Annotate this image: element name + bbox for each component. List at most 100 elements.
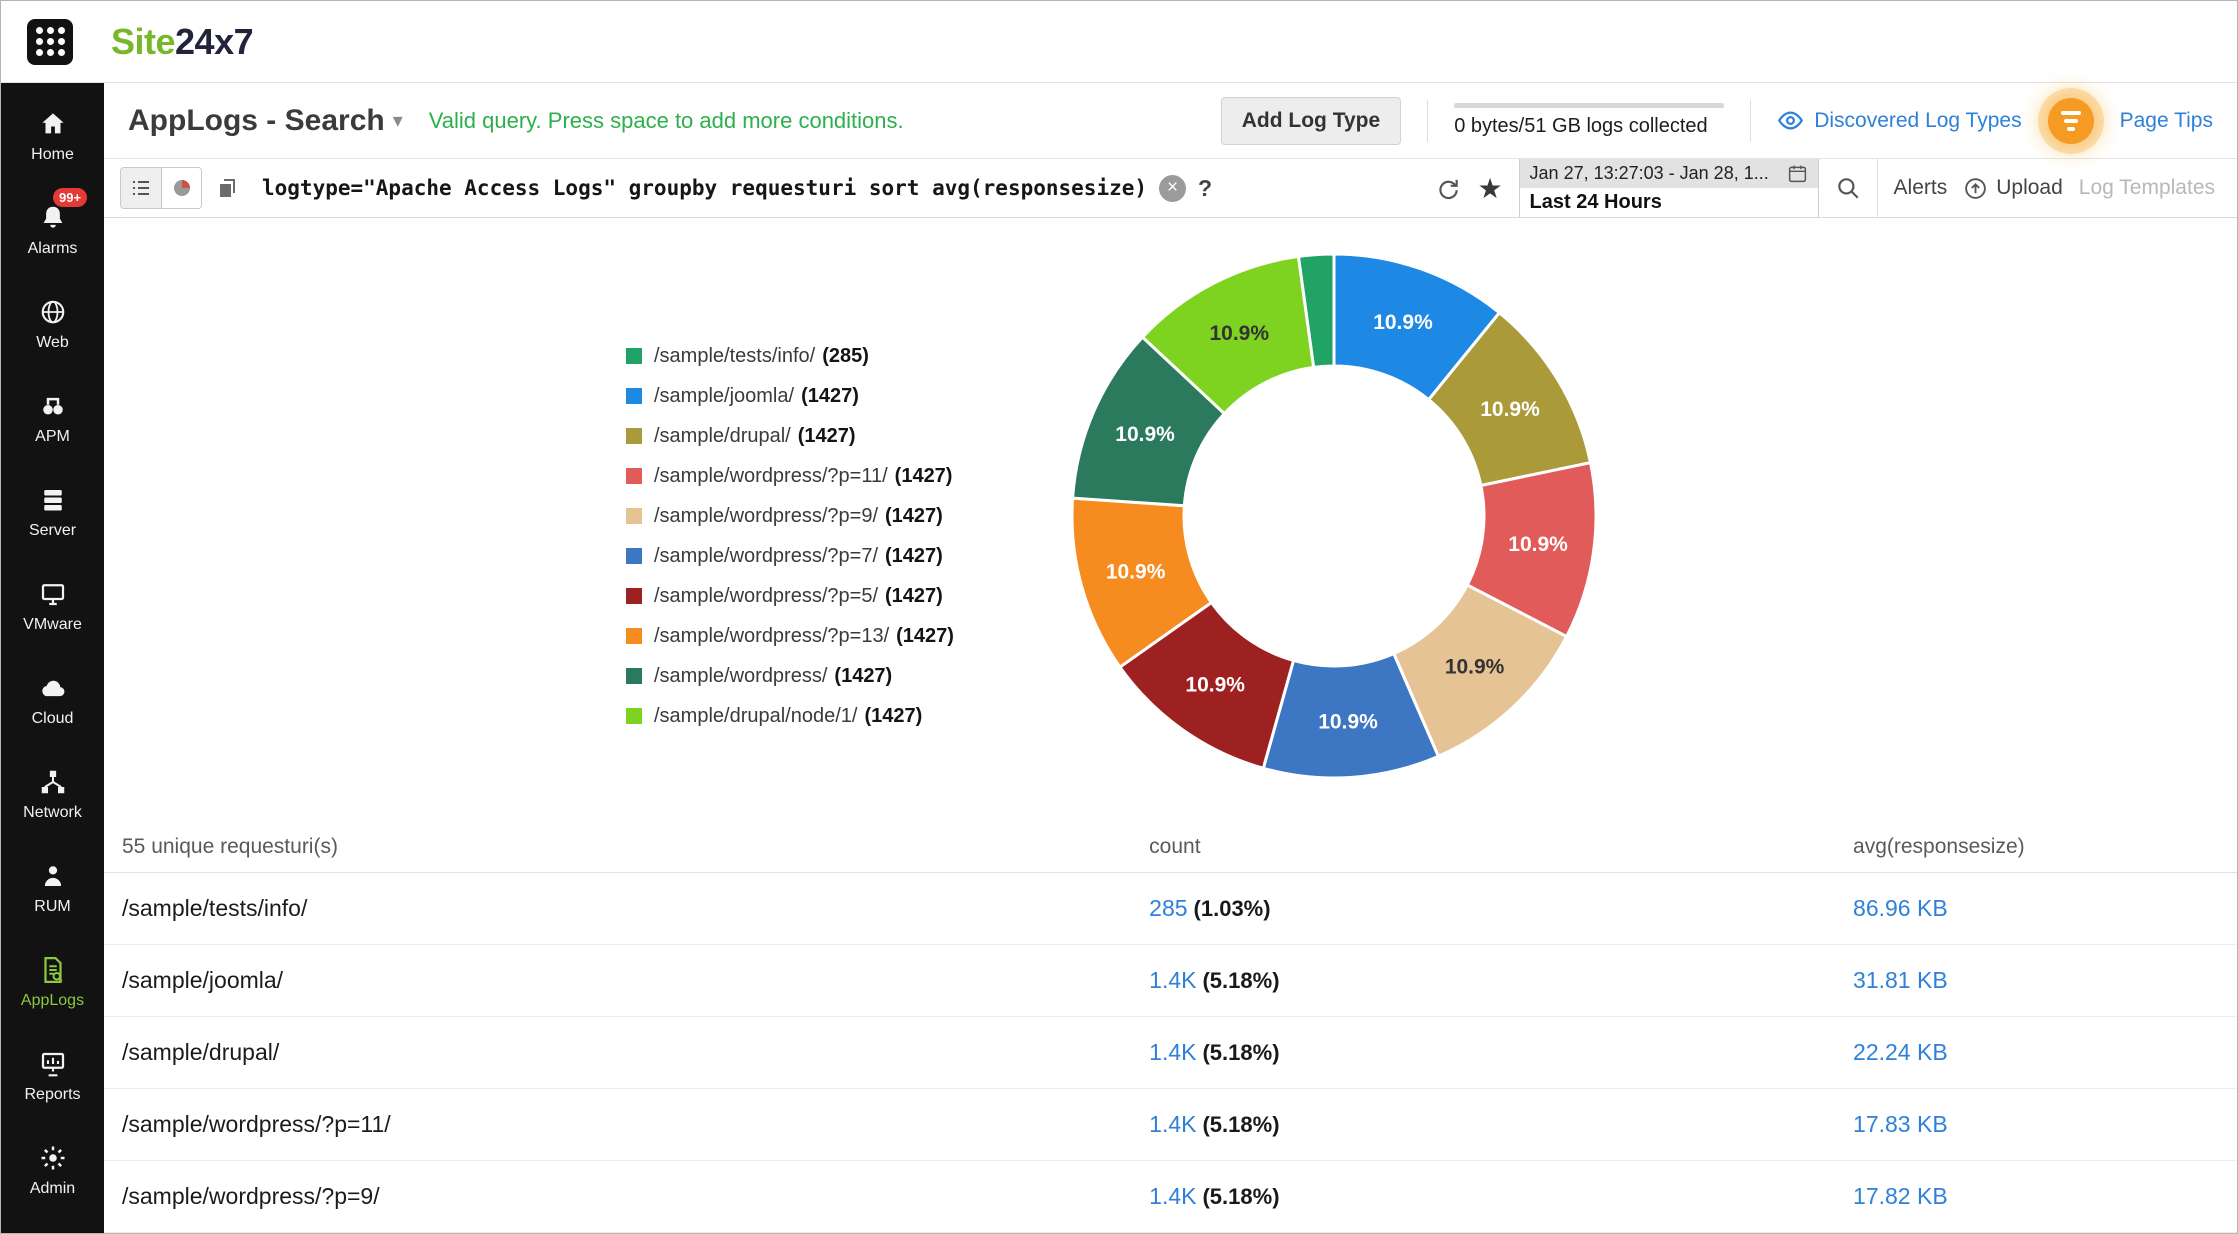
legend-item[interactable]: /sample/drupal/ (1427): [626, 416, 954, 456]
apps-grid-icon[interactable]: [27, 18, 73, 65]
legend-item[interactable]: /sample/tests/info/ (285): [626, 336, 954, 376]
query-bar: logtype="Apache Access Logs" groupby req…: [104, 159, 2237, 218]
table-row: /sample/wordpress/?p=11/1.4K (5.18%) 17.83…: [104, 1089, 2237, 1161]
legend-label: /sample/tests/info/: [654, 344, 816, 367]
alarm-count-badge: 99+: [53, 188, 88, 207]
count-link[interactable]: 285: [1149, 895, 1187, 921]
donut-chart: 10.9% 10.9% 10.9% 10.9% 10.9% 10.9% 10.9% 10.9%…: [1070, 252, 1598, 780]
pie-slice-label: 10.9%: [1445, 656, 1505, 679]
count-cell: 285 (1.03%): [1149, 895, 1853, 922]
count-percentage: (5.18%): [1202, 968, 1280, 993]
add-log-type-button[interactable]: Add Log Type: [1220, 96, 1402, 145]
pie-slice-label: 10.9%: [1115, 423, 1175, 446]
legend-item[interactable]: /sample/wordpress/?p=5/ (1427): [626, 576, 954, 616]
legend-label: /sample/wordpress/?p=9/: [654, 504, 879, 527]
sidebar-item-rum[interactable]: RUM: [1, 841, 104, 935]
avg-cell: 17.83 KB: [1853, 1111, 2237, 1138]
legend-label: /sample/drupal/node/1/: [654, 704, 858, 727]
sidebar-item-alarms[interactable]: Alarms 99+: [1, 183, 104, 277]
monitor-icon: [41, 583, 64, 605]
chart-view-button[interactable]: [161, 168, 201, 208]
count-link[interactable]: 1.4K: [1149, 1183, 1196, 1209]
topbar: Site24x7: [1, 1, 2237, 83]
count-link[interactable]: 1.4K: [1149, 967, 1196, 993]
logs-collected-text: 0 bytes/51 GB logs collected: [1454, 115, 1708, 137]
avg-link[interactable]: 22.24 KB: [1853, 1039, 1948, 1065]
date-range-picker[interactable]: Jan 27, 13:27:03 - Jan 28, 1... Last 24 …: [1518, 159, 1819, 217]
sidebar-item-applogs[interactable]: AppLogs: [1, 935, 104, 1029]
sidebar-item-network[interactable]: Network: [1, 747, 104, 841]
legend-swatch: [626, 388, 642, 404]
count-percentage: (5.18%): [1202, 1040, 1280, 1065]
avg-link[interactable]: 17.82 KB: [1853, 1183, 1948, 1209]
legend-label: /sample/wordpress/?p=11/: [654, 464, 888, 487]
sidebar-item-label: APM: [35, 427, 70, 445]
legend-item[interactable]: /sample/wordpress/?p=13/ (1427): [626, 616, 954, 656]
count-cell: 1.4K (5.18%): [1149, 1111, 1853, 1138]
divider: [1876, 159, 1878, 217]
sidebar-item-web[interactable]: Web: [1, 277, 104, 371]
legend-swatch: [626, 708, 642, 724]
eye-icon: [1778, 111, 1804, 130]
upload-icon: [1965, 177, 1987, 199]
user-icon: [44, 865, 61, 886]
divider: [1427, 99, 1429, 142]
search-icon[interactable]: [1835, 175, 1861, 201]
discovered-log-types-link[interactable]: Discovered Log Types: [1777, 107, 2022, 134]
sidebar-item-apm[interactable]: APM: [1, 371, 104, 465]
avg-link[interactable]: 31.81 KB: [1853, 967, 1948, 993]
query-help-icon[interactable]: ?: [1198, 175, 1212, 202]
count-cell: 1.4K (5.18%): [1149, 967, 1853, 994]
legend-item[interactable]: /sample/joomla/ (1427): [626, 376, 954, 416]
avg-link[interactable]: 86.96 KB: [1853, 895, 1948, 921]
count-link[interactable]: 1.4K: [1149, 1039, 1196, 1065]
header-requesturi: 55 unique requesturi(s): [122, 834, 338, 858]
pie-slice-label: 10.9%: [1373, 311, 1433, 334]
legend-count: (1427): [834, 664, 893, 687]
pie-chart-icon: [173, 180, 190, 196]
list-view-button[interactable]: [121, 168, 161, 208]
list-view-icon: [133, 181, 149, 195]
globe-icon: [41, 300, 64, 323]
pie-slice-label: 10.9%: [1480, 398, 1540, 421]
legend-count: (1427): [801, 384, 859, 407]
sidebar-item-label: Alarms: [27, 239, 78, 257]
sidebar-item-vmware[interactable]: VMware: [1, 559, 104, 653]
clear-query-icon[interactable]: ×: [1159, 174, 1187, 202]
sidebar-item-label: Admin: [29, 1179, 76, 1197]
favorite-star-icon[interactable]: ★: [1477, 172, 1502, 205]
count-percentage: (5.18%): [1202, 1184, 1280, 1209]
legend-item[interactable]: /sample/wordpress/?p=11/ (1427): [626, 456, 954, 496]
legend-item[interactable]: /sample/wordpress/?p=7/ (1427): [626, 536, 954, 576]
sidebar-item-cloud[interactable]: Cloud: [1, 653, 104, 747]
header-avg-responsesize: avg(responsesize): [1853, 834, 2025, 858]
share-icon[interactable]: [1435, 175, 1461, 201]
page-tips-icon[interactable]: [2047, 97, 2094, 144]
legend-label: /sample/wordpress/?p=7/: [654, 544, 879, 567]
legend-item[interactable]: /sample/wordpress/ (1427): [626, 656, 954, 696]
legend-count: (1427): [896, 624, 954, 647]
sidebar-item-label: VMware: [23, 615, 82, 633]
query-input[interactable]: logtype="Apache Access Logs" groupby req…: [262, 176, 1147, 200]
legend-swatch: [626, 468, 642, 484]
upload-button[interactable]: Upload: [1963, 176, 2063, 201]
binoculars-icon: [42, 397, 63, 414]
sidebar-item-home[interactable]: Home: [1, 89, 104, 183]
alerts-button[interactable]: Alerts: [1894, 176, 1948, 200]
page-tips-link[interactable]: Page Tips: [2120, 109, 2213, 133]
sidebar-item-label: Home: [31, 145, 74, 163]
chevron-down-icon[interactable]: ▾: [393, 108, 403, 133]
sidebar-item-reports[interactable]: Reports: [1, 1029, 104, 1123]
log-templates-button[interactable]: Log Templates: [2079, 176, 2237, 200]
legend-count: (285): [822, 344, 869, 367]
sidebar-item-admin[interactable]: Admin: [1, 1123, 104, 1217]
count-link[interactable]: 1.4K: [1149, 1111, 1196, 1137]
sidebar: Home Alarms 99+ Web APM Server VMware Cloud Netw…: [1, 83, 104, 1233]
count-cell: 1.4K (5.18%): [1149, 1183, 1853, 1210]
copy-icon[interactable]: [214, 175, 240, 201]
legend-item[interactable]: /sample/wordpress/?p=9/ (1427): [626, 496, 954, 536]
legend-item[interactable]: /sample/drupal/node/1/ (1427): [626, 696, 954, 736]
avg-link[interactable]: 17.83 KB: [1853, 1111, 1948, 1137]
legend-count: (1427): [885, 544, 943, 567]
sidebar-item-server[interactable]: Server: [1, 465, 104, 559]
